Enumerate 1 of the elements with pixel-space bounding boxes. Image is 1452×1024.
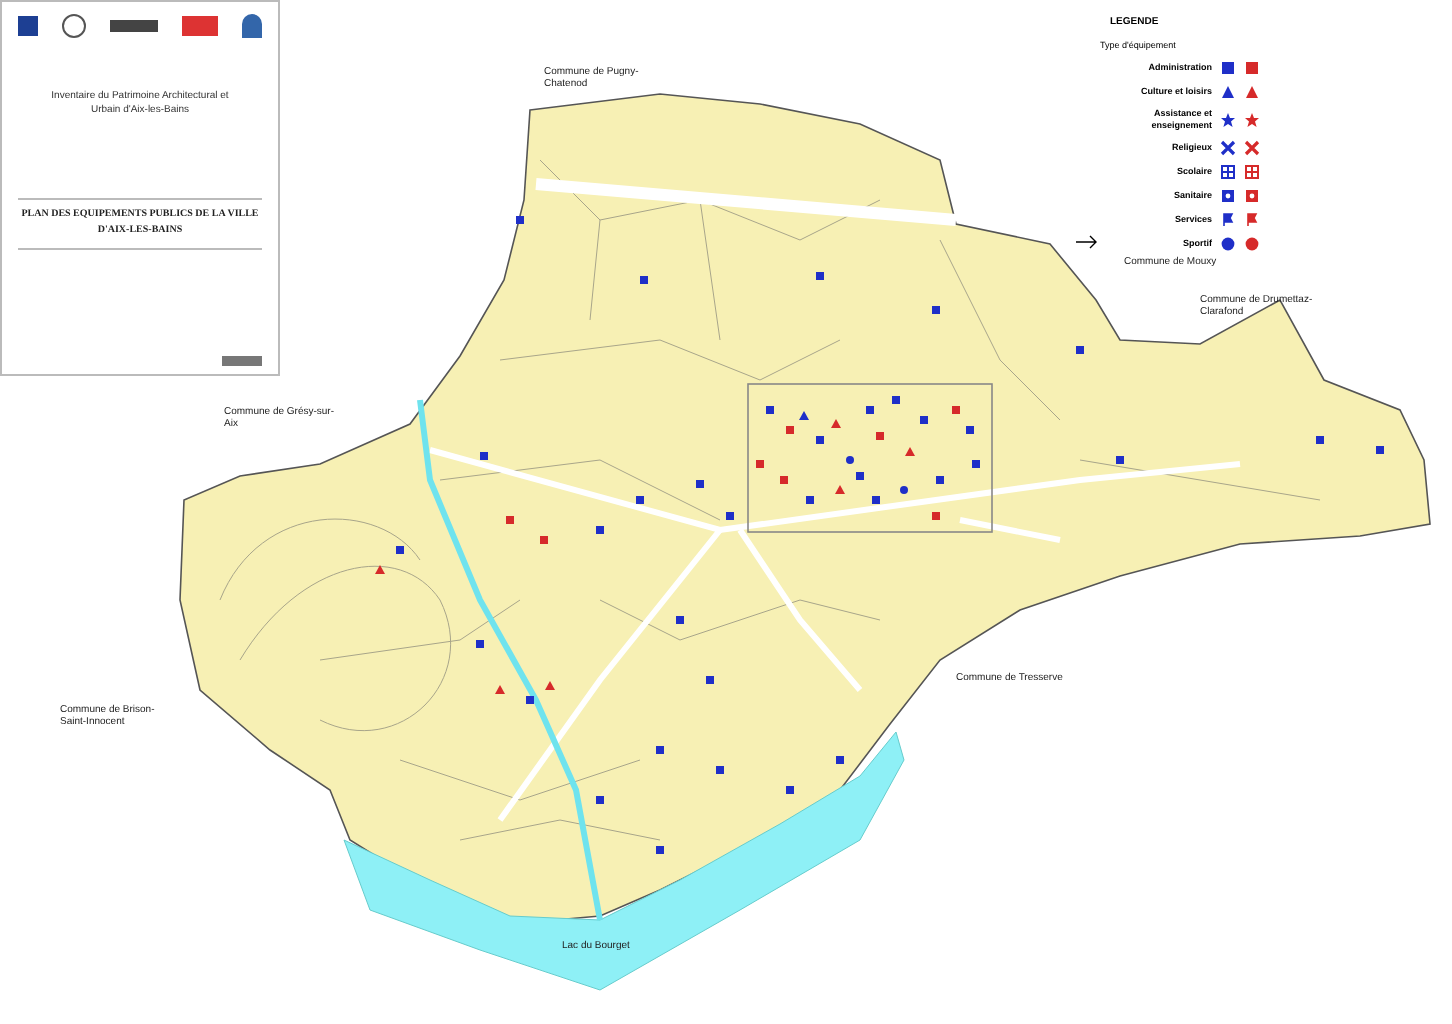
arch-logo-icon xyxy=(242,14,262,38)
